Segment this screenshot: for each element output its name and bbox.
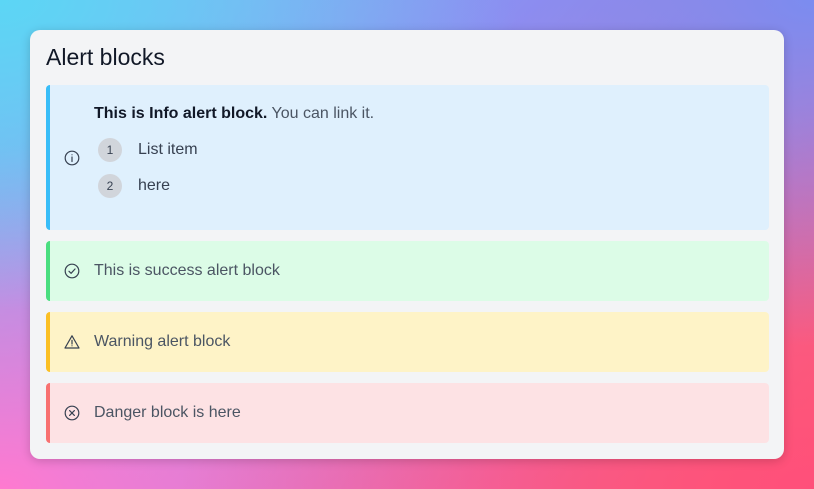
info-alert-text: This is Info alert block. You can link i… [94,104,769,124]
list-number-badge: 2 [98,174,122,198]
info-circle-icon [64,150,80,166]
danger-alert: Danger block is here [46,383,769,443]
info-alert-link-text: You can link it. [267,105,375,122]
list-item-label: here [138,177,171,194]
info-alert: This is Info alert block. You can link i… [46,85,769,230]
warning-alert: Warning alert block [46,312,769,372]
danger-alert-text: Danger block is here [94,404,241,421]
list-item: 2 here [98,168,769,204]
list-item: 1 List item [98,132,769,168]
check-circle-icon [64,263,80,279]
warning-alert-text: Warning alert block [94,333,231,350]
list-item-label: List item [138,141,198,158]
info-alert-bold-text: This is Info alert block. [94,105,268,122]
info-alert-list: 1 List item 2 here [94,132,769,204]
alert-blocks-card: Alert blocks This is Info alert block. Y… [30,30,784,459]
success-alert-text: This is success alert block [94,262,280,279]
success-alert: This is success alert block [46,241,769,301]
list-number-badge: 1 [98,138,122,162]
x-circle-icon [64,405,80,421]
warning-triangle-icon [64,334,80,350]
page-title: Alert blocks [46,44,165,70]
